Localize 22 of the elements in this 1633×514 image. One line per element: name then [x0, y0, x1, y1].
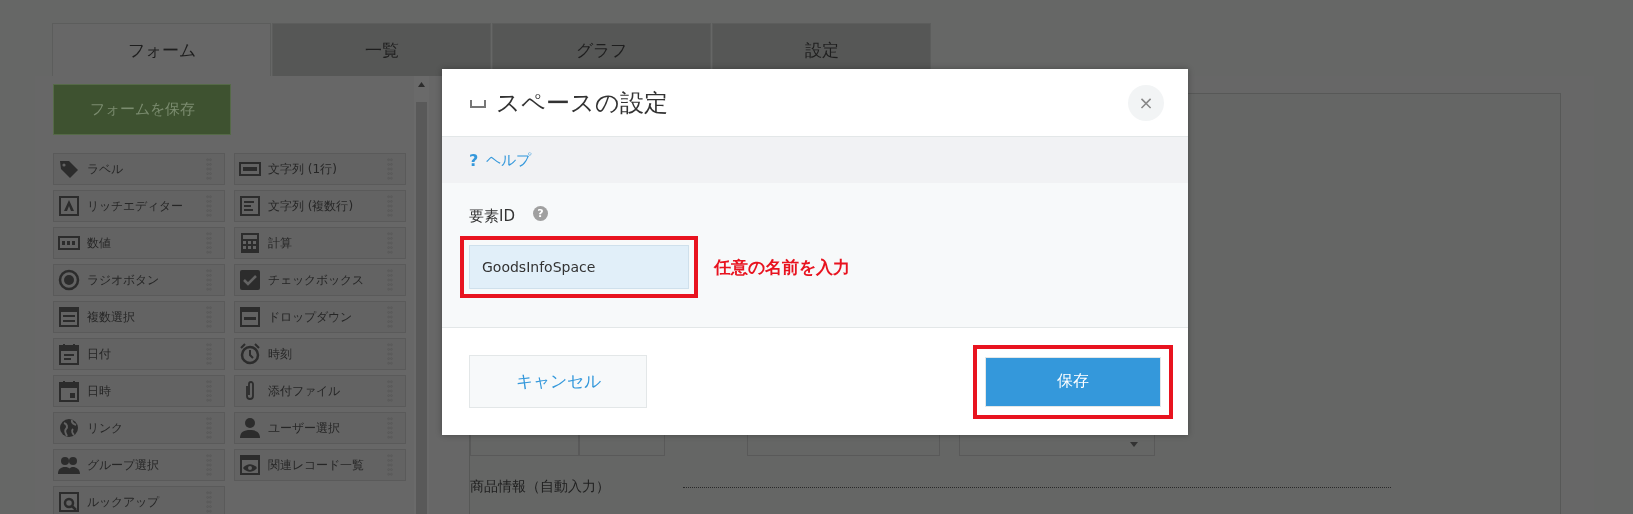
tab[interactable]: 一覧	[272, 23, 491, 76]
field-type-item[interactable]: 日付	[53, 338, 225, 370]
save-button[interactable]: 保存	[985, 356, 1161, 407]
field-type-label: 日時	[87, 382, 112, 400]
cancel-button[interactable]: キャンセル	[469, 355, 647, 408]
field-type-item[interactable]: 日時	[53, 375, 225, 407]
field-type-label: 数値	[87, 234, 112, 252]
dialog-title: スペースの設定	[496, 87, 669, 119]
field-type-item[interactable]: 数値	[53, 227, 225, 259]
help-icon[interactable]: ?	[469, 150, 479, 170]
element-id-field[interactable]: GoodsInfoSpace	[469, 245, 689, 289]
field-type-label: 日付	[87, 345, 112, 363]
field-type-label: 時刻	[268, 345, 293, 363]
tab[interactable]: フォーム	[52, 23, 271, 76]
annotation-text: 任意の名前を入力	[714, 255, 850, 279]
field-type-item[interactable]: 時刻	[234, 338, 406, 370]
close-button[interactable]: ×	[1128, 84, 1164, 121]
field-label: 要素ID	[469, 207, 515, 226]
help-icon[interactable]: ?	[533, 206, 548, 221]
help-link[interactable]: ヘルプ	[486, 150, 532, 170]
section-label: 商品情報（自動入力）	[470, 478, 611, 496]
save-form-button[interactable]: フォームを保存	[53, 84, 231, 135]
